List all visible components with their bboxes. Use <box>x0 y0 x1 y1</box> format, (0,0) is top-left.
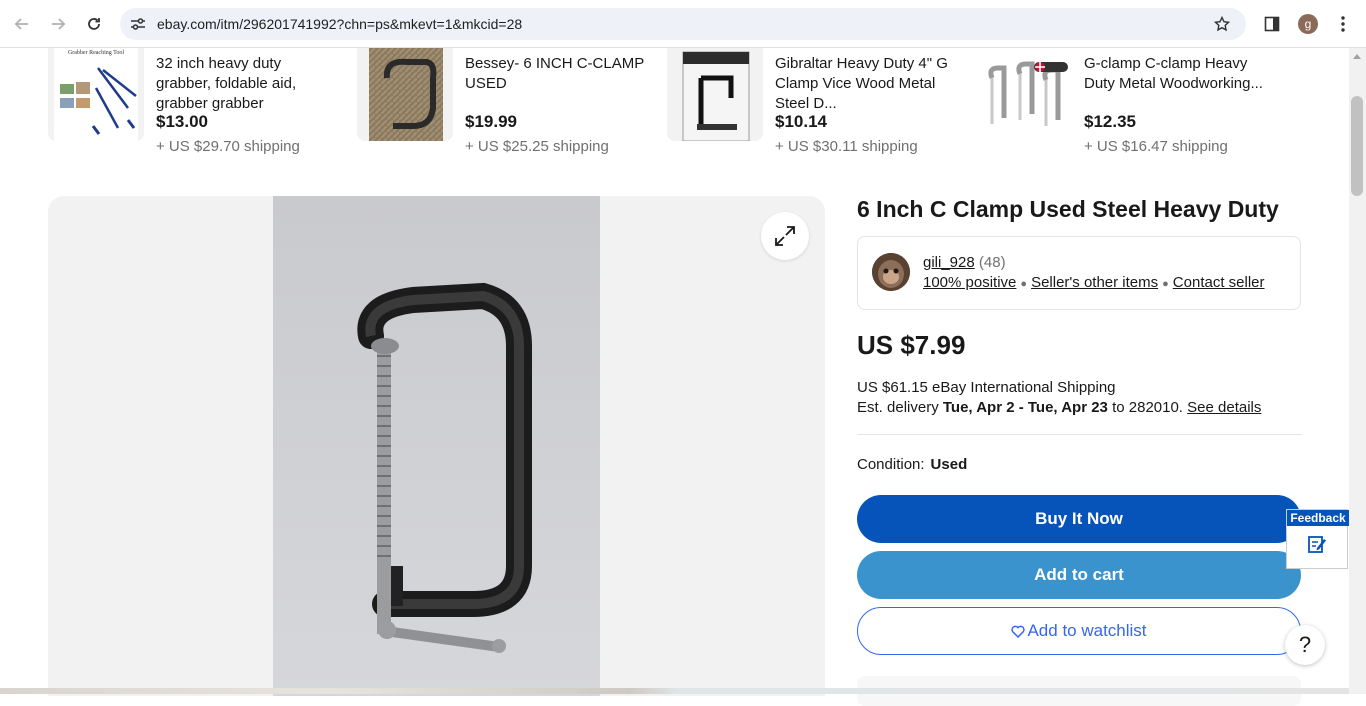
seller-avatar-image <box>872 253 910 291</box>
feedback-tab[interactable]: Feedback <box>1286 509 1349 569</box>
item-condition: Condition: Used <box>857 456 967 473</box>
arrow-right-icon <box>52 18 66 30</box>
estimated-delivery: Est. delivery Tue, Apr 2 - Tue, Apr 23 t… <box>857 399 1261 416</box>
seller-feedback-count: (48) <box>978 254 1006 271</box>
buy-it-now-button[interactable]: Buy It Now <box>857 495 1301 543</box>
arrow-left-icon <box>14 18 28 30</box>
similar-item-title[interactable]: Gibraltar Heavy Duty 4" G Clamp Vice Woo… <box>775 54 955 114</box>
similar-item-title[interactable]: Bessey- 6 INCH C-CLAMP USED <box>465 54 645 94</box>
edit-note-icon <box>1308 536 1326 553</box>
similar-item-thumbnail[interactable]: Grabber Reaching Tool <box>48 48 144 141</box>
g-clamp-box-image <box>682 51 750 141</box>
page-scrollbar[interactable] <box>1349 48 1366 694</box>
product-image-viewer[interactable] <box>48 196 825 696</box>
feedback-label: Feedback <box>1287 510 1349 526</box>
similar-item-thumbnail[interactable] <box>667 48 763 141</box>
reload-button[interactable] <box>80 10 108 38</box>
thumb-caption: Grabber Reaching Tool <box>68 50 124 56</box>
c-clamp-product-image <box>273 196 600 696</box>
similar-item-thumbnail[interactable] <box>976 48 1072 141</box>
profile-avatar[interactable]: g <box>1298 14 1318 34</box>
separator-dot: ● <box>1020 278 1028 290</box>
shipping-cost: US $61.15 eBay International Shipping <box>857 379 1116 396</box>
expand-icon <box>775 226 795 246</box>
add-to-cart-button[interactable]: Add to cart <box>857 551 1301 599</box>
similar-item-card[interactable]: Gibraltar Heavy Duty 4" G Clamp Vice Woo… <box>667 48 967 168</box>
scrollbar-thumb[interactable] <box>1351 96 1363 196</box>
add-to-watchlist-button[interactable]: Add to watchlist <box>857 607 1301 655</box>
seller-name-link[interactable]: gili_928 <box>923 254 975 271</box>
bookmark-star-icon[interactable] <box>1214 16 1230 32</box>
similar-item-title[interactable]: 32 inch heavy duty grabber, foldable aid… <box>156 54 336 114</box>
similar-item-price: $19.99 <box>465 112 517 131</box>
similar-item-card[interactable]: Grabber Reaching Tool 32 inch heavy duty… <box>48 48 348 168</box>
grabber-tool-image: Grabber Reaching Tool <box>54 48 138 141</box>
positive-feedback-link[interactable]: 100% positive <box>923 274 1016 291</box>
condition-label: Condition: <box>857 456 925 473</box>
delivery-dates: Tue, Apr 2 - Tue, Apr 23 <box>942 399 1108 416</box>
similar-item-shipping: + US $29.70 shipping <box>156 138 300 155</box>
back-button[interactable] <box>8 10 36 38</box>
similar-item-shipping: + US $30.11 shipping <box>775 138 918 155</box>
reload-icon <box>88 18 100 30</box>
c-clamp-photo <box>369 48 443 141</box>
similar-item-thumbnail[interactable] <box>357 48 453 141</box>
delivery-prefix: Est. delivery <box>857 399 939 416</box>
listing-title: 6 Inch C Clamp Used Steel Heavy Duty <box>857 196 1279 222</box>
separator-dot: ● <box>1162 278 1169 290</box>
help-button[interactable]: ? <box>1285 625 1325 665</box>
similar-item-title[interactable]: G-clamp C-clamp Heavy Duty Metal Woodwor… <box>1084 54 1264 94</box>
similar-item-price: $12.35 <box>1084 112 1136 131</box>
seller-avatar[interactable] <box>872 253 910 291</box>
scroll-up-arrow-icon[interactable] <box>1353 54 1361 59</box>
condition-value: Used <box>930 456 968 473</box>
expand-image-button[interactable] <box>761 212 809 260</box>
seller-card: gili_928 (48) 100% positive ● Seller's oth… <box>857 236 1301 310</box>
bottom-edge-strip <box>0 688 1349 694</box>
browser-toolbar: ebay.com/itm/296201741992?chn=ps&mkevt=1… <box>0 0 1366 48</box>
add-to-watchlist-label: Add to watchlist <box>1027 621 1147 640</box>
similar-item-card[interactable]: Bessey- 6 INCH C-CLAMP USED $19.99 + US … <box>357 48 657 168</box>
similar-item-shipping: + US $25.25 shipping <box>465 138 609 155</box>
similar-item-price: $10.14 <box>775 112 827 131</box>
address-bar[interactable]: ebay.com/itm/296201741992?chn=ps&mkevt=1… <box>120 8 1246 40</box>
see-details-link[interactable]: See details <box>1187 399 1261 416</box>
similar-item-shipping: + US $16.47 shipping <box>1084 138 1228 155</box>
heart-icon <box>1011 625 1026 638</box>
divider <box>857 434 1302 435</box>
seller-links: 100% positive ● Seller's other items ● Conta… <box>923 274 1265 291</box>
forward-button[interactable] <box>44 10 72 38</box>
kebab-menu-icon[interactable] <box>1340 15 1346 33</box>
similar-item-price: $13.00 <box>156 112 208 131</box>
seller-other-items-link[interactable]: Seller's other items <box>1031 274 1158 291</box>
url-text: ebay.com/itm/296201741992?chn=ps&mkevt=1… <box>157 16 523 32</box>
seller-info: gili_928 (48) <box>923 254 1006 271</box>
delivery-destination: to 282010. <box>1112 399 1183 416</box>
g-clamp-set-image <box>976 48 1072 141</box>
site-settings-icon <box>131 18 145 30</box>
contact-seller-link[interactable]: Contact seller <box>1173 274 1265 291</box>
product-photo[interactable] <box>273 196 600 696</box>
item-price: US $7.99 <box>857 330 966 360</box>
side-panel-icon[interactable] <box>1264 16 1280 32</box>
similar-item-card[interactable]: G-clamp C-clamp Heavy Duty Metal Woodwor… <box>976 48 1276 168</box>
